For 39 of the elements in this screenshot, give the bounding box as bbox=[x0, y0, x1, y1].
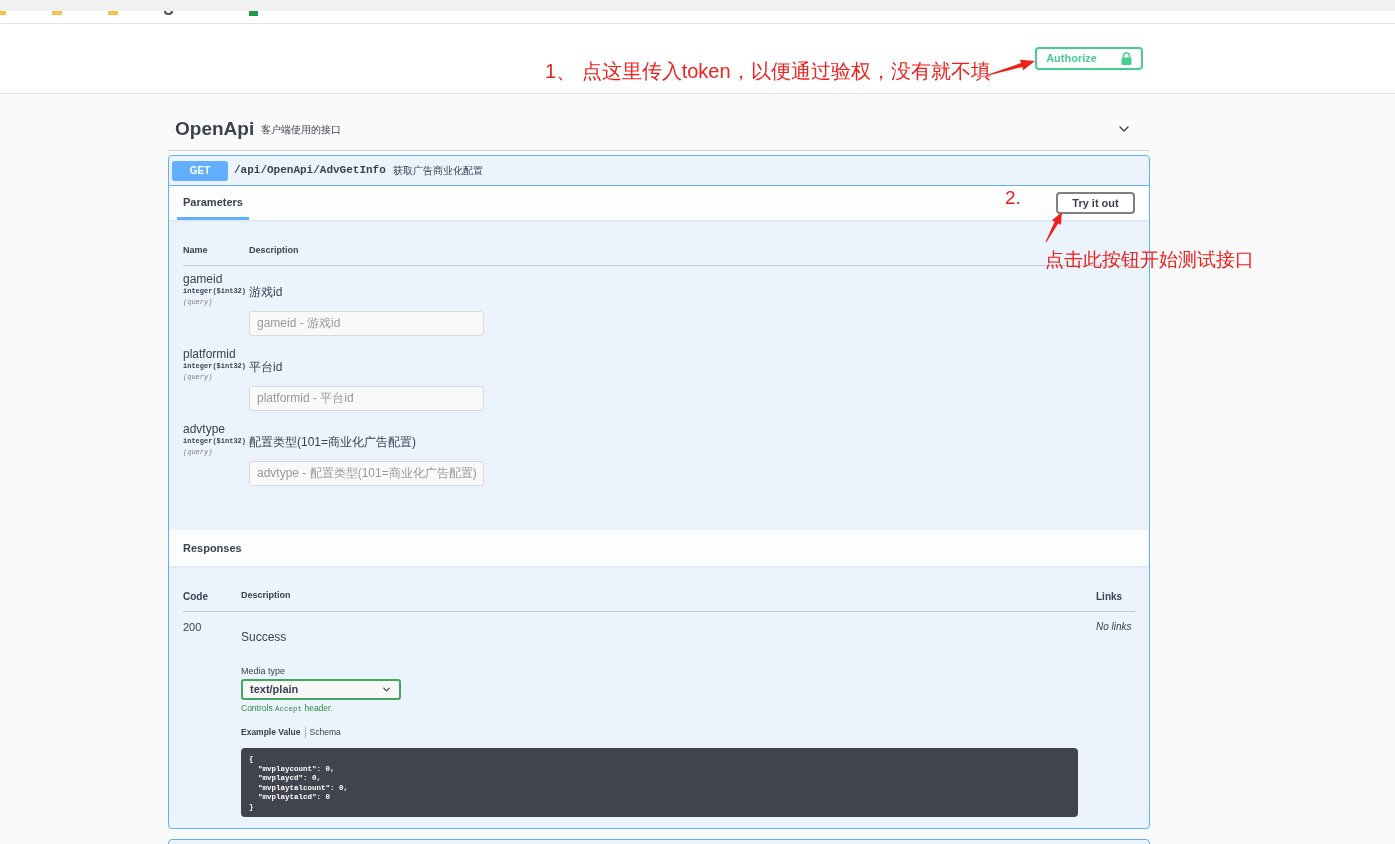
column-header: Description bbox=[249, 244, 299, 257]
tag-header[interactable]: OpenApi 客户端使用的接口 bbox=[168, 94, 1150, 151]
endpoint-summary: 获取广告商业化配置 bbox=[392, 164, 483, 178]
annotation-text: 1、 点这里传入token，以便通过验权，没有就不填 bbox=[545, 61, 991, 81]
parameter-description: 游戏id bbox=[249, 284, 284, 299]
folder-icon bbox=[52, 11, 62, 15]
response-links: No links bbox=[1096, 620, 1133, 634]
parameter-name: advtype bbox=[183, 421, 227, 436]
try-it-out-button[interactable]: Try it out bbox=[1056, 192, 1135, 214]
input-field[interactable]: advtype - 配置类型(101=商业化广告配置) bbox=[249, 460, 484, 486]
endpoint-path: /api/OpenApi/AdvGetInfo bbox=[234, 163, 386, 179]
folder-icon bbox=[0, 11, 6, 15]
parameter-description: 配置类型(101=商业化广告配置) bbox=[249, 434, 418, 449]
media-type-select[interactable]: text/plain bbox=[241, 679, 401, 700]
example-tab[interactable]: Example Value bbox=[241, 727, 301, 738]
method-badge: GET bbox=[172, 160, 228, 181]
annotation-text: 2. bbox=[1005, 188, 1021, 207]
parameter-description: 平台id bbox=[249, 359, 284, 374]
media-type-label: Media type bbox=[241, 666, 286, 677]
parameters-tab[interactable]: Parameters bbox=[177, 186, 249, 220]
example-tab[interactable]: Schema bbox=[309, 727, 341, 738]
globe-icon bbox=[164, 11, 173, 15]
chevron-down-icon bbox=[381, 684, 392, 695]
section-title: Responses bbox=[183, 540, 242, 556]
input-field[interactable]: platformid - 平台id bbox=[249, 385, 484, 411]
column-header: Description bbox=[241, 589, 292, 602]
tag-description: 客户端使用的接口 bbox=[261, 122, 342, 137]
input-field[interactable]: gameid - 游戏id bbox=[249, 310, 484, 336]
parameter-name: gameid bbox=[183, 271, 224, 286]
column-header: Links bbox=[1096, 590, 1124, 604]
response-description: Success bbox=[241, 630, 287, 644]
folder-icon bbox=[108, 11, 118, 15]
tag-title: OpenApi bbox=[175, 116, 255, 141]
sheet-icon bbox=[249, 11, 258, 16]
column-header: Name bbox=[183, 244, 209, 257]
column-header: Code bbox=[183, 590, 209, 604]
response-code: 200 bbox=[183, 620, 203, 634]
parameter-name: platformid bbox=[183, 346, 237, 361]
lock-icon bbox=[1120, 52, 1132, 65]
